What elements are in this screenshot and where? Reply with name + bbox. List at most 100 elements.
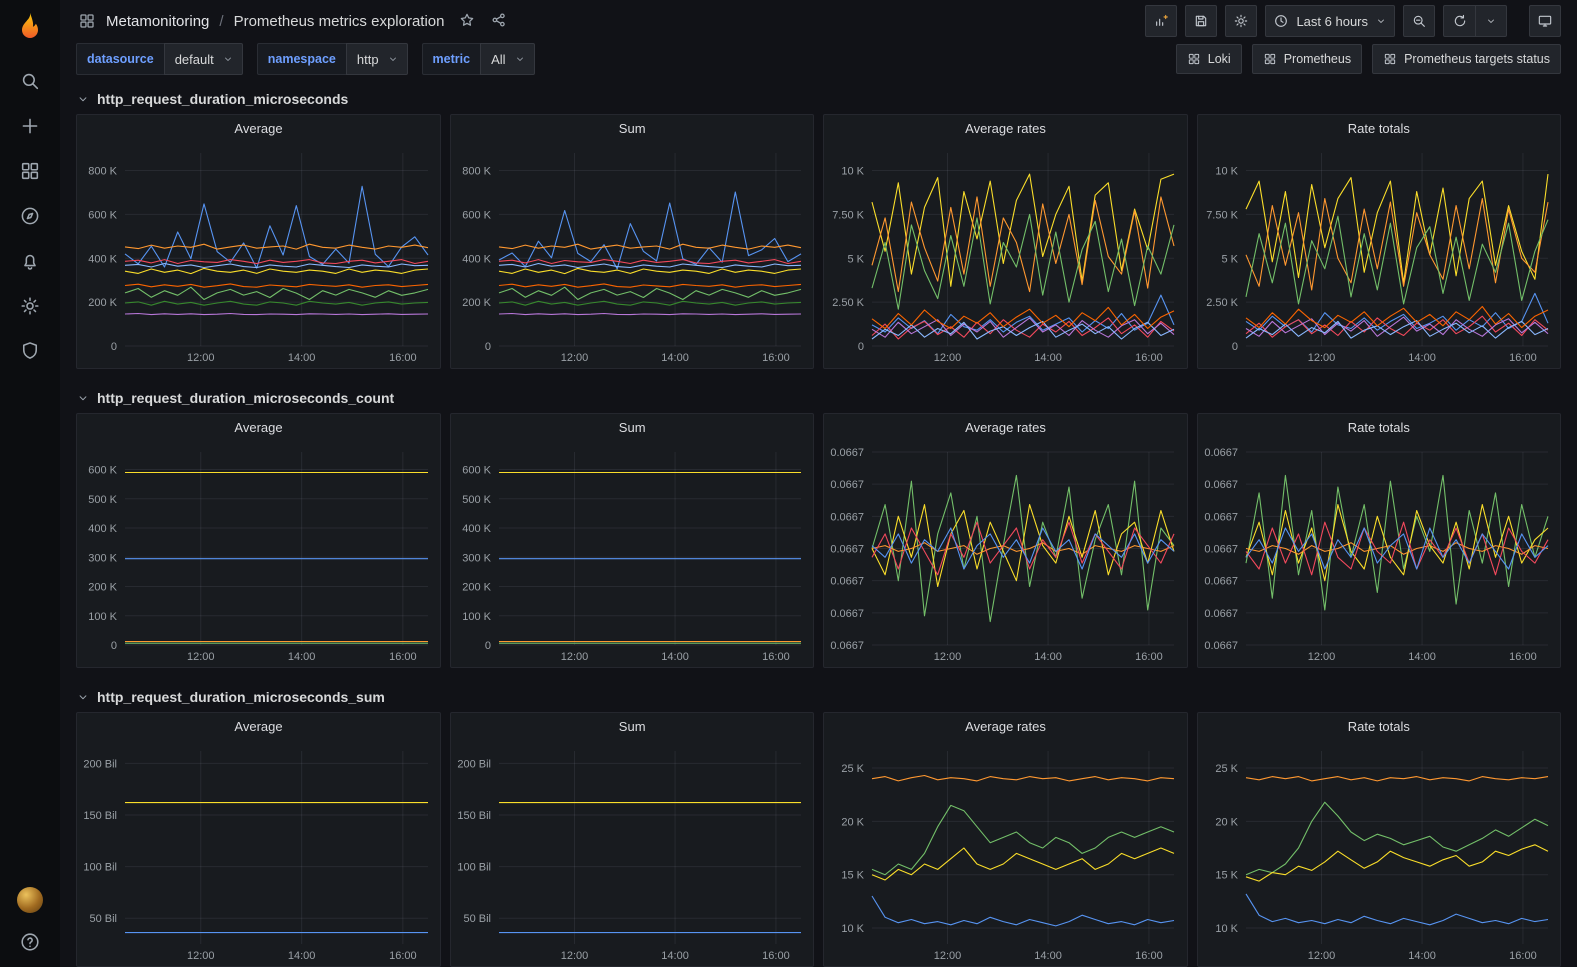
share-button[interactable] <box>489 11 509 31</box>
svg-text:15 K: 15 K <box>1215 870 1238 882</box>
svg-text:14:00: 14:00 <box>1408 651 1436 663</box>
svg-text:14:00: 14:00 <box>661 352 689 364</box>
series-line <box>872 776 1174 781</box>
svg-text:300 K: 300 K <box>88 552 117 564</box>
svg-text:16:00: 16:00 <box>389 352 417 364</box>
time-series-svg: 0200 K400 K600 K800 K12:0014:0016:00 <box>451 143 813 368</box>
panel: Sum0200 K400 K600 K800 K12:0014:0016:00 <box>450 114 814 369</box>
series-line <box>499 284 801 287</box>
panel-title[interactable]: Average rates <box>824 713 1186 741</box>
grafana-app: Metamonitoring / Prometheus metrics expl… <box>0 0 1577 967</box>
panel-title[interactable]: Average <box>77 713 440 741</box>
help-button[interactable] <box>19 931 41 953</box>
time-series-svg: 0200 K400 K600 K800 K12:0014:0016:00 <box>77 143 440 368</box>
panel-chart: 10 K15 K20 K25 K12:0014:0016:00 <box>1198 741 1560 966</box>
svg-text:0.0667: 0.0667 <box>831 447 865 459</box>
panel-title[interactable]: Rate totals <box>1198 713 1560 741</box>
save-icon <box>1193 13 1209 29</box>
svg-text:12:00: 12:00 <box>934 950 962 962</box>
svg-text:12:00: 12:00 <box>1307 352 1335 364</box>
variable-datasource: datasource default <box>76 43 243 75</box>
series-line <box>872 896 1174 926</box>
favorite-button[interactable] <box>457 11 477 31</box>
explore-button[interactable] <box>19 205 41 227</box>
breadcrumb-folder[interactable]: Metamonitoring <box>106 13 209 30</box>
panel-title[interactable]: Rate totals <box>1198 115 1560 143</box>
panel-title[interactable]: Average rates <box>824 115 1186 143</box>
panel-title[interactable]: Rate totals <box>1198 414 1560 442</box>
svg-text:100 K: 100 K <box>88 611 117 623</box>
add-panel-button[interactable] <box>1145 5 1177 37</box>
server-admin-button[interactable] <box>19 340 41 362</box>
panel: Average rates0.06670.06670.06670.06670.0… <box>823 413 1187 668</box>
dashlink-loki[interactable]: Loki <box>1176 44 1242 74</box>
svg-text:200 K: 200 K <box>462 297 491 309</box>
dashlink-prometheus-targets-status[interactable]: Prometheus targets status <box>1372 44 1561 74</box>
dashboards-grid-icon <box>78 12 96 30</box>
save-dashboard-button[interactable] <box>1185 5 1217 37</box>
refresh-button[interactable] <box>1443 5 1475 37</box>
svg-text:200 Bil: 200 Bil <box>83 758 117 770</box>
row-toggle[interactable]: http_request_duration_microseconds_count <box>60 383 1577 413</box>
panel-title[interactable]: Sum <box>451 713 813 741</box>
svg-text:12:00: 12:00 <box>1307 950 1335 962</box>
svg-text:200 Bil: 200 Bil <box>457 758 491 770</box>
submenu-bar: datasource default namespace http metric <box>60 43 1577 76</box>
svg-text:10 K: 10 K <box>842 166 865 178</box>
series-line <box>499 260 801 264</box>
panel-title[interactable]: Sum <box>451 115 813 143</box>
dashlink-prometheus[interactable]: Prometheus <box>1252 44 1362 74</box>
zoom-out-time-button[interactable] <box>1403 5 1435 37</box>
dashboards-button[interactable] <box>19 160 41 182</box>
svg-text:16:00: 16:00 <box>762 651 790 663</box>
dashlink-label: Prometheus targets status <box>1404 52 1550 66</box>
dashboard-links: Loki Prometheus Prometheus targets statu… <box>1176 44 1561 74</box>
dashboard-row: http_request_duration_microseconds_sum Av… <box>60 682 1577 967</box>
dashboard-settings-button[interactable] <box>1225 5 1257 37</box>
panel: Sum0100 K200 K300 K400 K500 K600 K12:001… <box>450 413 814 668</box>
create-button[interactable] <box>19 115 41 137</box>
svg-text:10 K: 10 K <box>1215 166 1238 178</box>
panel-grid: Average50 Bil100 Bil150 Bil200 Bil12:001… <box>76 712 1561 967</box>
chevron-down-icon <box>514 53 526 65</box>
row-toggle[interactable]: http_request_duration_microseconds <box>60 84 1577 114</box>
refresh-interval-button[interactable] <box>1475 5 1507 37</box>
svg-text:16:00: 16:00 <box>1509 950 1537 962</box>
panel-title[interactable]: Average rates <box>824 414 1186 442</box>
panel-chart: 0.06670.06670.06670.06670.06670.06670.06… <box>1198 442 1560 667</box>
search-button[interactable] <box>19 70 41 92</box>
series-line <box>1246 894 1548 925</box>
row-title: http_request_duration_microseconds_sum <box>97 689 385 705</box>
svg-text:600 K: 600 K <box>88 209 117 221</box>
svg-text:16:00: 16:00 <box>389 950 417 962</box>
svg-text:12:00: 12:00 <box>187 352 215 364</box>
plus-icon <box>19 115 41 137</box>
dashboards-grid-icon <box>1187 52 1201 66</box>
alerting-button[interactable] <box>19 250 41 272</box>
svg-text:0: 0 <box>111 640 117 652</box>
user-avatar[interactable] <box>17 887 43 913</box>
shield-icon <box>19 340 41 362</box>
variable-namespace-value[interactable]: http <box>346 43 408 75</box>
chevron-down-icon <box>1485 15 1497 27</box>
variable-metric-value[interactable]: All <box>480 43 534 75</box>
configuration-button[interactable] <box>19 295 41 317</box>
variable-value-text: http <box>357 52 379 67</box>
kiosk-mode-button[interactable] <box>1529 5 1561 37</box>
panel-title[interactable]: Average <box>77 115 440 143</box>
panel-title[interactable]: Sum <box>451 414 813 442</box>
svg-text:0: 0 <box>1232 341 1238 353</box>
grafana-logo[interactable] <box>14 10 46 42</box>
svg-text:14:00: 14:00 <box>661 950 689 962</box>
svg-text:200 K: 200 K <box>88 297 117 309</box>
row-toggle[interactable]: http_request_duration_microseconds_sum <box>60 682 1577 712</box>
svg-text:100 Bil: 100 Bil <box>457 862 491 874</box>
time-range-label: Last 6 hours <box>1296 14 1368 29</box>
svg-text:0.0667: 0.0667 <box>1204 640 1238 652</box>
variable-datasource-value[interactable]: default <box>164 43 243 75</box>
svg-text:400 K: 400 K <box>88 523 117 535</box>
panel-title[interactable]: Average <box>77 414 440 442</box>
svg-text:12:00: 12:00 <box>934 352 962 364</box>
time-range-picker[interactable]: Last 6 hours <box>1265 5 1395 37</box>
monitor-icon <box>1537 13 1553 29</box>
